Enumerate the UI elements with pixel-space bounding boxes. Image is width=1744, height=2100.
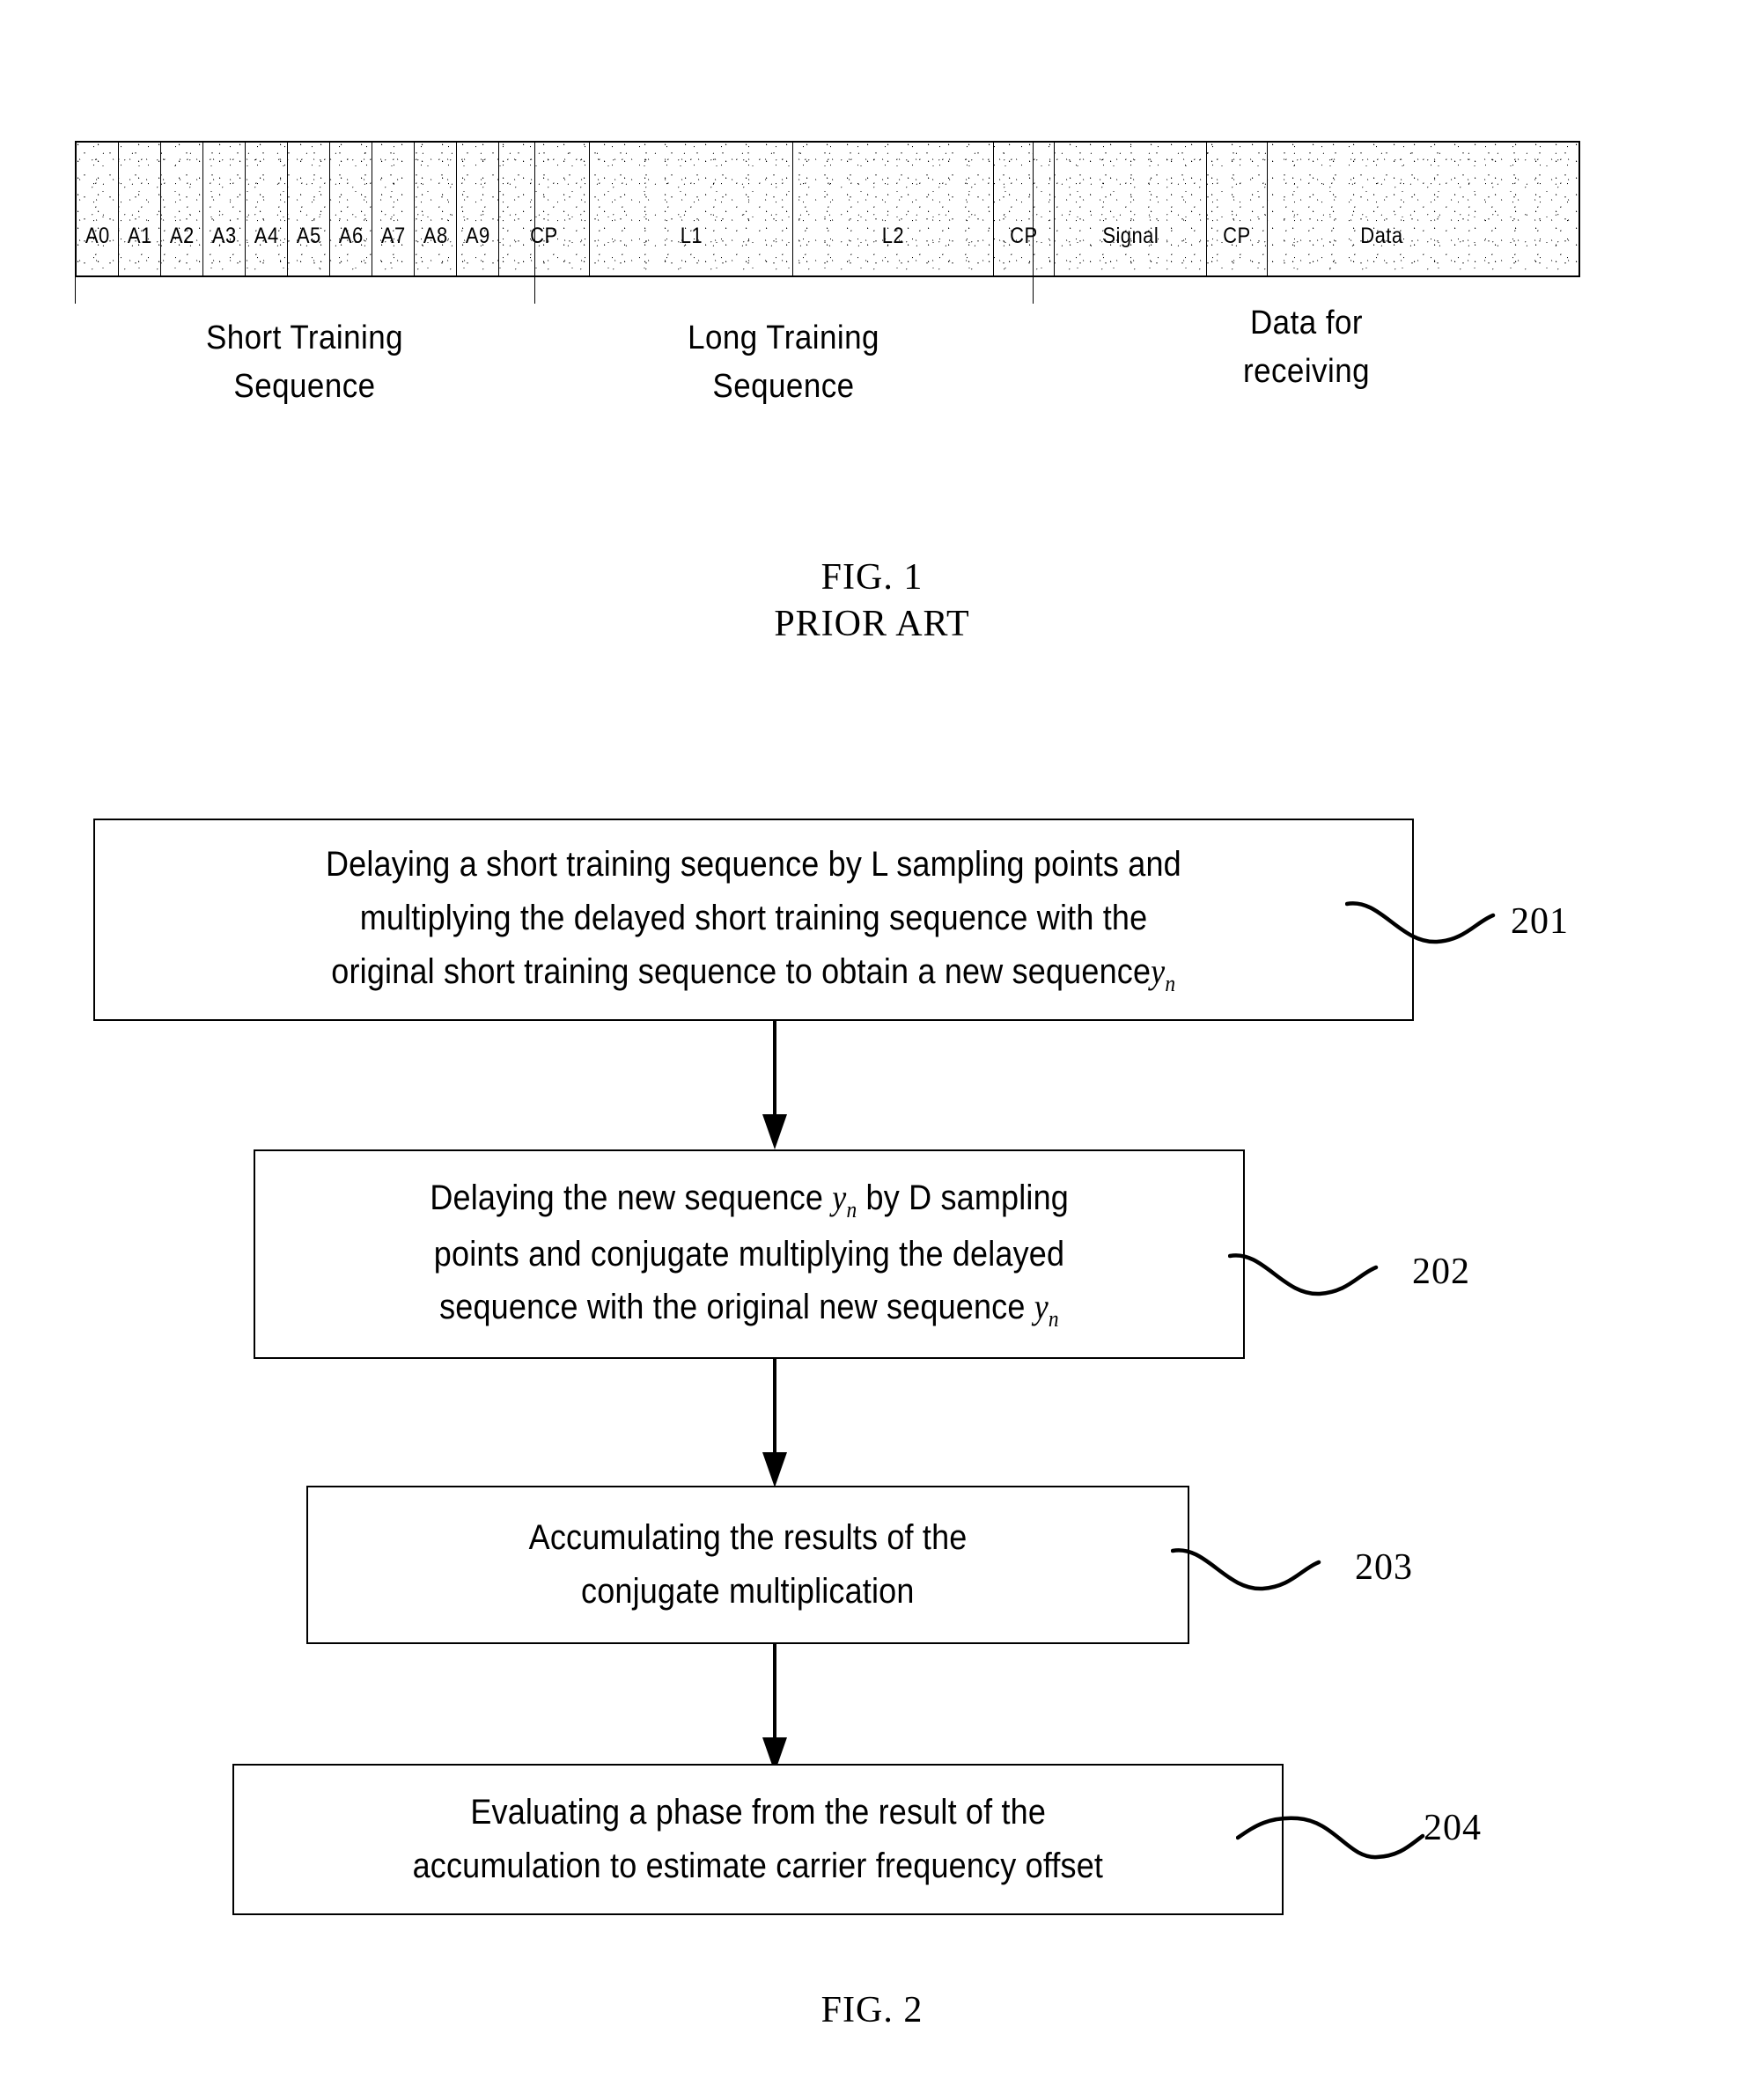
- frame-cell-a1-1: A1: [119, 143, 161, 275]
- ref-number-201: 201: [1511, 901, 1569, 942]
- frame-cell-label: A5: [296, 224, 321, 248]
- math-subscript: n: [846, 1197, 857, 1223]
- flow-step-201-line-2: multiplying the delayed short training s…: [360, 892, 1148, 945]
- math-subscript: n: [1165, 971, 1176, 997]
- math-subscript: n: [1048, 1306, 1059, 1333]
- flow-text: Accumulating the results of the: [528, 1518, 968, 1558]
- fig2-caption-number: FIG. 2: [820, 1990, 924, 2030]
- ref-number-202: 202: [1412, 1252, 1470, 1292]
- frame-cell-a5-5: A5: [288, 143, 330, 275]
- flow-step-203-line-2: conjugate multiplication: [581, 1565, 915, 1619]
- frame-cell-label: Data: [1359, 224, 1403, 248]
- frame-cell-label: A4: [254, 224, 279, 248]
- leader-line-202: [1228, 1253, 1379, 1296]
- flow-step-box-203: Accumulating the results of the conjugat…: [306, 1486, 1189, 1644]
- group-divider-long-data: [1033, 141, 1034, 304]
- flow-step-box-201: Delaying a short training sequence by L …: [93, 819, 1414, 1021]
- group-label-data-for-receiving: Data for receiving: [1242, 305, 1371, 391]
- frame-cell-cp-15: CP: [1207, 143, 1268, 275]
- fig1-caption: FIG. 1 PRIOR ART: [0, 554, 1744, 647]
- frame-cell-label: CP: [1223, 224, 1251, 248]
- frame-cell-a9-9: A9: [457, 143, 499, 275]
- ref-number-203: 203: [1355, 1547, 1413, 1588]
- frame-cell-label: A1: [127, 224, 152, 248]
- group-label-long-training: Long Training Sequence: [688, 319, 879, 406]
- group-label-short-training: Short Training Sequence: [205, 319, 404, 406]
- math-base: y: [1151, 951, 1166, 992]
- leader-line-204: [1236, 1816, 1425, 1860]
- group-divider-left: [75, 141, 76, 304]
- frame-cell-label: L1: [680, 224, 703, 248]
- flow-step-204-line-2: accumulation to estimate carrier frequen…: [413, 1839, 1104, 1893]
- frame-cell-l1-11: L1: [590, 143, 793, 275]
- frame-cell-label: A6: [338, 224, 364, 248]
- frame-cell-a0-0: A0: [77, 143, 119, 275]
- flow-text: Delaying the new sequence: [430, 1178, 833, 1218]
- frame-cell-a4-4: A4: [246, 143, 288, 275]
- flow-arrow-202-to-203: [762, 1359, 787, 1487]
- flow-text: accumulation to estimate carrier frequen…: [412, 1847, 1104, 1885]
- flow-text: sequence with the original new sequence: [439, 1288, 1034, 1327]
- fig1-caption-number: FIG. 1: [820, 557, 924, 598]
- flow-step-204-line-1: Evaluating a phase from the result of th…: [470, 1786, 1046, 1839]
- flow-step-201-line-3: original short training sequence to obta…: [332, 945, 1176, 1002]
- math-variable-y-n: yn: [1034, 1287, 1059, 1332]
- frame-cell-label: A9: [465, 224, 490, 248]
- flow-text: original short training sequence to obta…: [331, 952, 1152, 992]
- frame-cell-a2-2: A2: [161, 143, 203, 275]
- flow-step-203-line-1: Accumulating the results of the: [529, 1511, 968, 1565]
- math-base: y: [1034, 1287, 1049, 1327]
- ref-number-204: 204: [1424, 1808, 1482, 1848]
- frame-cell-label: L2: [881, 224, 905, 248]
- fig1-frame-structure: A0 A1 A2 A3 A4 A5 A6 A7 A8 A9 CP L1 L2 CP Signal CP Data: [75, 141, 1580, 277]
- fig1-caption-prior-art: PRIOR ART: [774, 603, 970, 644]
- frame-cell-label: A3: [211, 224, 237, 248]
- frame-cell-l2-12: L2: [793, 143, 994, 275]
- flow-text: Delaying a short training sequence by L …: [326, 845, 1181, 885]
- flow-step-box-204: Evaluating a phase from the result of th…: [232, 1764, 1284, 1915]
- frame-cell-label: Signal: [1102, 224, 1159, 248]
- frame-cell-a3-3: A3: [203, 143, 246, 275]
- frame-cell-a8-8: A8: [415, 143, 457, 275]
- group-divider-short-long: [534, 141, 535, 304]
- frame-cell-label: A2: [169, 224, 195, 248]
- flow-arrow-201-to-202: [762, 1021, 787, 1149]
- flow-text: by D sampling: [857, 1178, 1069, 1218]
- flow-step-box-202: Delaying the new sequence yn by D sampli…: [254, 1149, 1245, 1359]
- flow-step-202-line-3: sequence with the original new sequence …: [439, 1281, 1059, 1337]
- frame-cell-label: A7: [380, 224, 406, 248]
- flow-text: points and conjugate multiplying the del…: [433, 1234, 1065, 1274]
- frame-cell-a7-7: A7: [372, 143, 415, 275]
- math-variable-y-n: yn: [832, 1178, 857, 1223]
- frame-cell-data-16: Data: [1268, 143, 1495, 275]
- frame-cell-label: A8: [423, 224, 448, 248]
- frame-cell-label: A0: [85, 224, 110, 248]
- math-base: y: [832, 1178, 847, 1218]
- flow-text: conjugate multiplication: [581, 1572, 915, 1611]
- frame-cell-signal-14: Signal: [1055, 143, 1207, 275]
- flow-text: multiplying the delayed short training s…: [359, 899, 1148, 938]
- frame-cell-cp-10: CP: [499, 143, 590, 275]
- flow-step-202-line-1: Delaying the new sequence yn by D sampli…: [430, 1171, 1069, 1228]
- fig2-caption: FIG. 2: [0, 1987, 1744, 2034]
- frame-cell-a6-6: A6: [330, 143, 372, 275]
- flow-arrow-203-to-204: [762, 1644, 787, 1773]
- flow-step-202-line-2: points and conjugate multiplying the del…: [434, 1228, 1064, 1281]
- flow-text: Evaluating a phase from the result of th…: [470, 1793, 1046, 1832]
- flow-step-201-line-1: Delaying a short training sequence by L …: [326, 838, 1181, 892]
- frame-cell-cp-13: CP: [994, 143, 1055, 275]
- math-variable-y-n: yn: [1151, 951, 1175, 996]
- frame-structure-table: A0 A1 A2 A3 A4 A5 A6 A7 A8 A9 CP L1 L2 CP Signal CP Data: [75, 141, 1580, 277]
- leader-line-203: [1171, 1548, 1321, 1591]
